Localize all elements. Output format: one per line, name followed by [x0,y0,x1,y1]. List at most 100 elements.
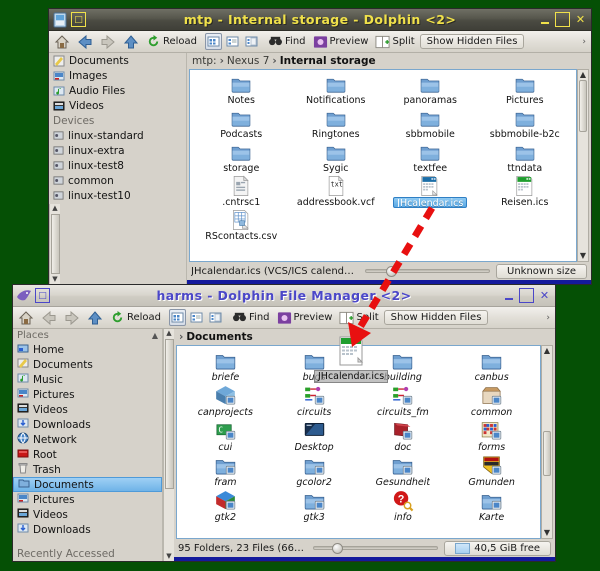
file-item[interactable]: Reisen.ics [478,175,573,208]
window2-toolbar[interactable]: Reload Find Preview Split Show Hidden Fi… [13,307,555,329]
file-item[interactable]: Desktop [270,419,359,454]
file-label[interactable]: Karte [479,512,504,523]
file-item[interactable]: gtk2 [181,489,270,524]
file-label[interactable]: RScontacts.csv [205,231,277,242]
sidebar-item-videos[interactable]: Videos [49,98,186,113]
file-label[interactable]: fram [214,477,236,488]
scroll-down-icon[interactable]: ▼ [166,552,171,561]
sidebar-item-downloads[interactable]: Downloads [13,417,162,432]
reload-button[interactable]: Reload [108,309,163,326]
home-button[interactable] [52,33,72,51]
zoom-slider-track[interactable] [365,269,490,273]
preview-button[interactable]: Preview [311,34,371,50]
split-button[interactable]: Split [373,34,416,50]
file-label[interactable]: .cntrsc1 [222,197,260,208]
file-label[interactable]: Gesundheit [376,477,430,488]
sidebar-item-pictures[interactable]: Pictures [13,387,162,402]
file-label[interactable]: ttndata [507,163,542,174]
up-button[interactable] [85,309,105,327]
scroll-down-icon[interactable]: ▼ [544,528,550,538]
file-label[interactable]: common [471,407,512,418]
window2-maximize-button[interactable] [519,288,534,303]
file-item[interactable]: canbus [447,349,536,384]
file-item[interactable]: gtk3 [270,489,359,524]
file-item[interactable]: canprojects [181,384,270,419]
window2-sidebar[interactable]: Places ▲ Home Documents Music Pictures Video… [13,329,163,561]
file-item[interactable]: bugs [270,349,359,384]
chevron-up-icon[interactable]: ▲ [152,331,158,340]
back-button[interactable] [75,33,95,51]
sidebar-item-documents[interactable]: Documents [49,53,186,68]
scrollbar-thumb[interactable] [543,431,551,476]
file-item[interactable]: Notes [194,73,289,106]
sidebar-item-images[interactable]: Images [49,68,186,83]
file-item[interactable]: JHcalendar.ics [383,175,478,208]
up-button[interactable] [121,33,141,51]
sidebar-item-linux-test11[interactable]: linux-test11 [49,203,186,204]
sidebar-item-linux-test10[interactable]: linux-test10 [49,188,186,203]
file-label[interactable]: storage [223,163,259,174]
sidebar-item-trash[interactable]: Trash [13,462,162,477]
file-item[interactable]: RScontacts.csv [194,209,289,242]
window2-fileview-scrollbar[interactable]: ▲ ▼ [541,345,553,539]
file-item[interactable]: panoramas [383,73,478,106]
scrollbar-track[interactable] [578,80,588,251]
window1-fileview-scrollbar[interactable]: ▲ ▼ [577,69,589,262]
sidebar-item-videos[interactable]: Videos [13,402,162,417]
file-item[interactable]: .cntrsc1 [194,175,289,208]
file-item[interactable]: ttndata [478,141,573,174]
file-label[interactable]: sbbmobile [406,129,455,140]
toolbar-overflow-button[interactable]: › [546,313,552,323]
file-label[interactable]: building [384,372,422,383]
file-label[interactable]: Desktop [295,442,334,453]
zoom-slider-knob[interactable] [331,542,343,554]
window1-menu-button[interactable]: □ [71,12,86,27]
file-item[interactable]: forms [447,419,536,454]
window2-titlebar[interactable]: □ harms - Dolphin File Manager <2> ✕ [13,285,555,307]
sidebar-item-pictures[interactable]: Pictures [13,492,162,507]
window1-titlebar[interactable]: □ mtp - Internal storage - Dolphin <2> ✕ [49,9,591,31]
window1-sidebar[interactable]: Documents Images Audio Files Videos Devi… [49,53,187,284]
file-item[interactable]: txt addressbook.vcf [289,175,384,208]
sidebar-item-videos[interactable]: Videos [13,507,162,522]
file-label[interactable]: textfee [413,163,447,174]
file-label[interactable]: Ringtones [312,129,360,140]
back-button[interactable] [39,309,59,327]
window1-file-view[interactable]: Notes Notifications panoramas Pictures Podca… [189,69,577,262]
file-item[interactable]: Sygic [289,141,384,174]
file-label[interactable]: Sygic [323,163,349,174]
window2-zoom-slider[interactable] [313,542,439,554]
scrollbar-thumb[interactable] [50,214,60,274]
preview-button[interactable]: Preview [275,310,335,326]
file-item[interactable]: Pictures [478,73,573,106]
file-label[interactable]: JHcalendar.ics [393,197,468,208]
home-button[interactable] [16,309,36,327]
reload-button[interactable]: Reload [144,33,199,50]
show-hidden-files-button[interactable]: Show Hidden Files [383,310,489,325]
scroll-up-icon[interactable]: ▲ [580,70,586,80]
scroll-up-icon[interactable]: ▲ [52,204,57,213]
view-columns-button[interactable] [207,309,224,326]
file-item[interactable]: textfee [383,141,478,174]
breadcrumb-current[interactable]: Documents [186,331,252,343]
file-item[interactable]: Podcasts [194,107,289,140]
sidebar-item-common[interactable]: common [49,173,186,188]
scroll-up-icon[interactable]: ▲ [544,346,550,356]
find-button[interactable]: Find [230,310,272,325]
breadcrumb-root[interactable]: mtp: [192,55,217,67]
zoom-slider-knob[interactable] [385,265,397,277]
file-item[interactable]: circuits [270,384,359,419]
file-item[interactable]: ? info [359,489,448,524]
file-label[interactable]: Notifications [306,95,365,106]
file-label[interactable]: forms [478,442,505,453]
sidebar-item-network[interactable]: Network [13,432,162,447]
file-item[interactable]: Gmunden [447,454,536,489]
sidebar-item-music[interactable]: Music [13,372,162,387]
scroll-up-icon[interactable]: ▲ [166,329,171,338]
view-icons-button[interactable] [205,33,223,50]
forward-button[interactable] [62,309,82,327]
file-label[interactable]: circuits [297,407,331,418]
view-details-button[interactable] [224,33,241,50]
file-label[interactable]: panoramas [404,95,457,106]
file-label[interactable]: Gmunden [468,477,515,488]
